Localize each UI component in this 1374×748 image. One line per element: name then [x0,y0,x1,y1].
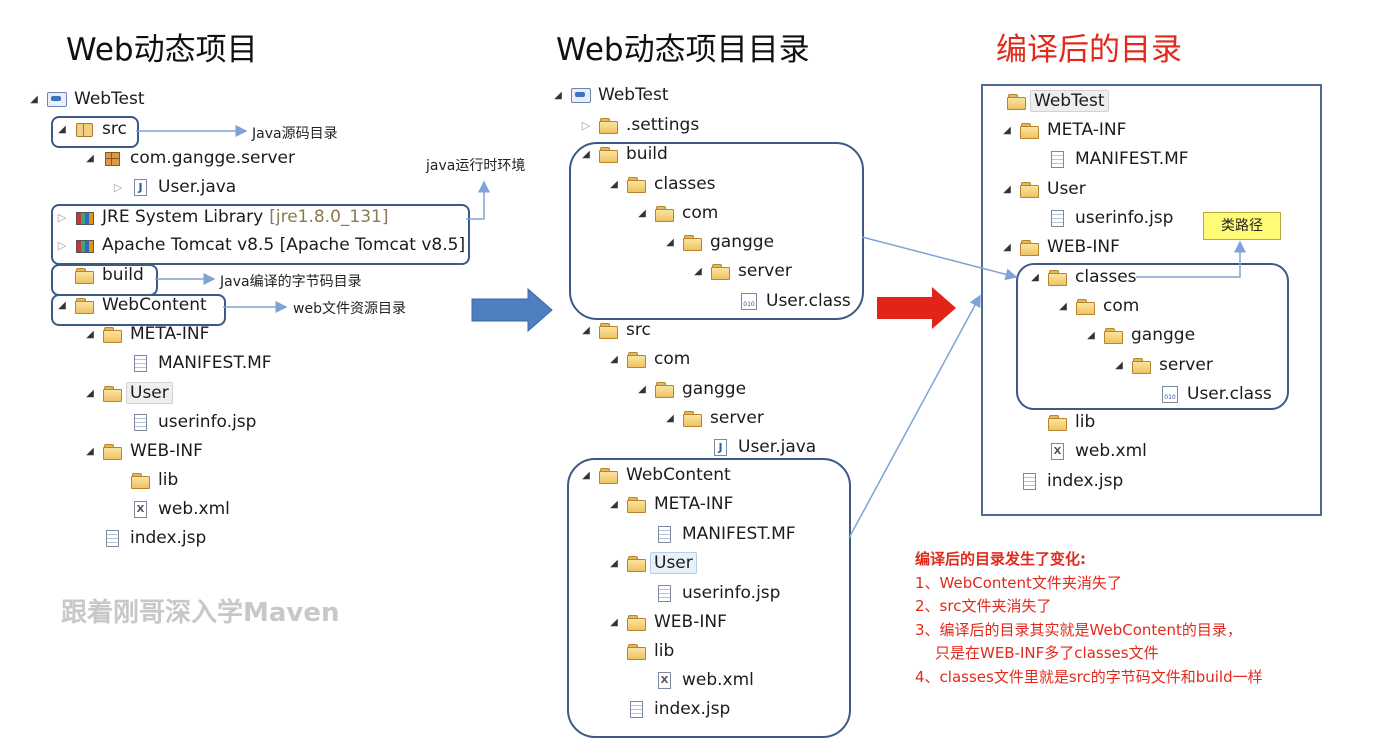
build-to-classes-line [861,236,1018,281]
notes-heading: 编译后的目录发生了变化: [915,550,1086,568]
notes-item: 2、src文件夹消失了 [915,597,1052,615]
webcontent-to-output-line [848,294,981,539]
notes-item: 4、classes文件里就是src的字节码文件和build一样 [915,667,1263,686]
classpath-arrow-line [1136,240,1246,278]
change-notes: 编译后的目录发生了变化: 1、WebContent文件夹消失了 2、src文件夹… [915,548,1263,689]
watermark-text: 跟着刚哥深入学Maven [61,598,340,628]
notes-item: 只是在WEB-INF多了classes文件 [935,644,1159,662]
notes-item: 1、WebContent文件夹消失了 [915,573,1122,592]
notes-item: 3、编译后的目录其实就是WebContent的目录， [915,620,1242,639]
blue-big-arrow [471,287,553,333]
red-big-arrow [877,287,956,329]
jre-arrow-line [466,180,490,220]
